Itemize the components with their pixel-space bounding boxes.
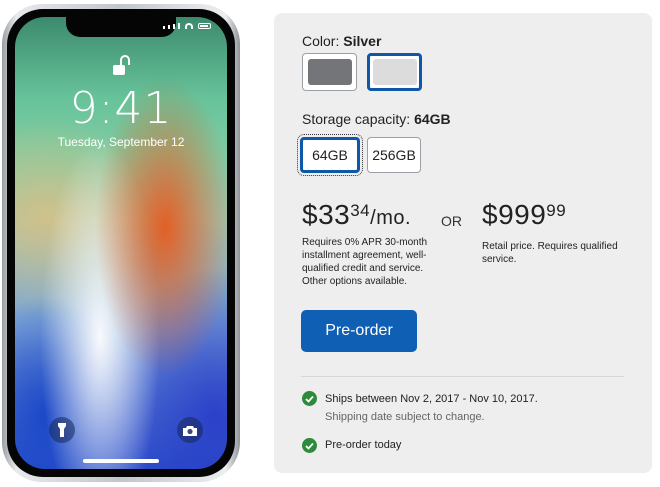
signal-icon [173, 24, 175, 29]
check-circle-icon [302, 391, 317, 406]
shipping-window-text: Ships between Nov 2, 2017 - Nov 10, 2017… [325, 393, 538, 405]
phone-screen: 9:41 Tuesday, September 12 [15, 17, 227, 469]
status-bar-icons [163, 23, 211, 29]
lock-screen-date: Tuesday, September 12 [57, 135, 185, 149]
check-circle-icon [302, 438, 317, 453]
or-separator: OR [441, 213, 462, 229]
selected-storage: 64GB [414, 111, 451, 127]
battery-icon [198, 23, 211, 29]
color-swatch-space-gray[interactable] [302, 53, 357, 91]
signal-icon [178, 23, 180, 29]
selected-color: Silver [343, 33, 382, 49]
product-options-panel: Color: Silver Storage capacity: 64GB 64G… [274, 13, 652, 473]
divider [301, 376, 624, 377]
lock-screen-clock: 9:41 [69, 83, 173, 134]
color-swatch-silver[interactable] [367, 53, 422, 91]
retail-price: $99999 [482, 199, 567, 230]
preorder-button[interactable]: Pre-order [301, 310, 417, 352]
preorder-today-text: Pre-order today [325, 439, 402, 451]
color-label-row: Color: Silver [302, 33, 381, 49]
signal-icon [168, 25, 170, 29]
retail-price-note: Retail price. Requires qualified service… [482, 241, 618, 265]
storage-label-row: Storage capacity: 64GB [302, 111, 451, 127]
phone-notch [66, 17, 176, 37]
flashlight-icon [49, 417, 75, 443]
storage-label: Storage capacity: [302, 111, 411, 127]
phone-bezel: 9:41 Tuesday, September 12 [7, 9, 235, 477]
shipping-disclaimer: Shipping date subject to change. [325, 411, 485, 423]
signal-icon [163, 26, 165, 29]
storage-option-256gb[interactable]: 256GB [367, 137, 421, 173]
home-indicator [83, 459, 159, 463]
unlock-icon [113, 55, 130, 75]
color-label: Color: [302, 33, 340, 49]
camera-icon [177, 417, 203, 443]
wifi-icon [185, 23, 193, 29]
monthly-price: $3334/mo. [302, 199, 412, 230]
monthly-price-note: Requires 0% APR 30-month installment agr… [302, 237, 428, 287]
iphone-image: 9:41 Tuesday, September 12 [2, 4, 240, 482]
storage-option-64gb[interactable]: 64GB [297, 134, 363, 176]
